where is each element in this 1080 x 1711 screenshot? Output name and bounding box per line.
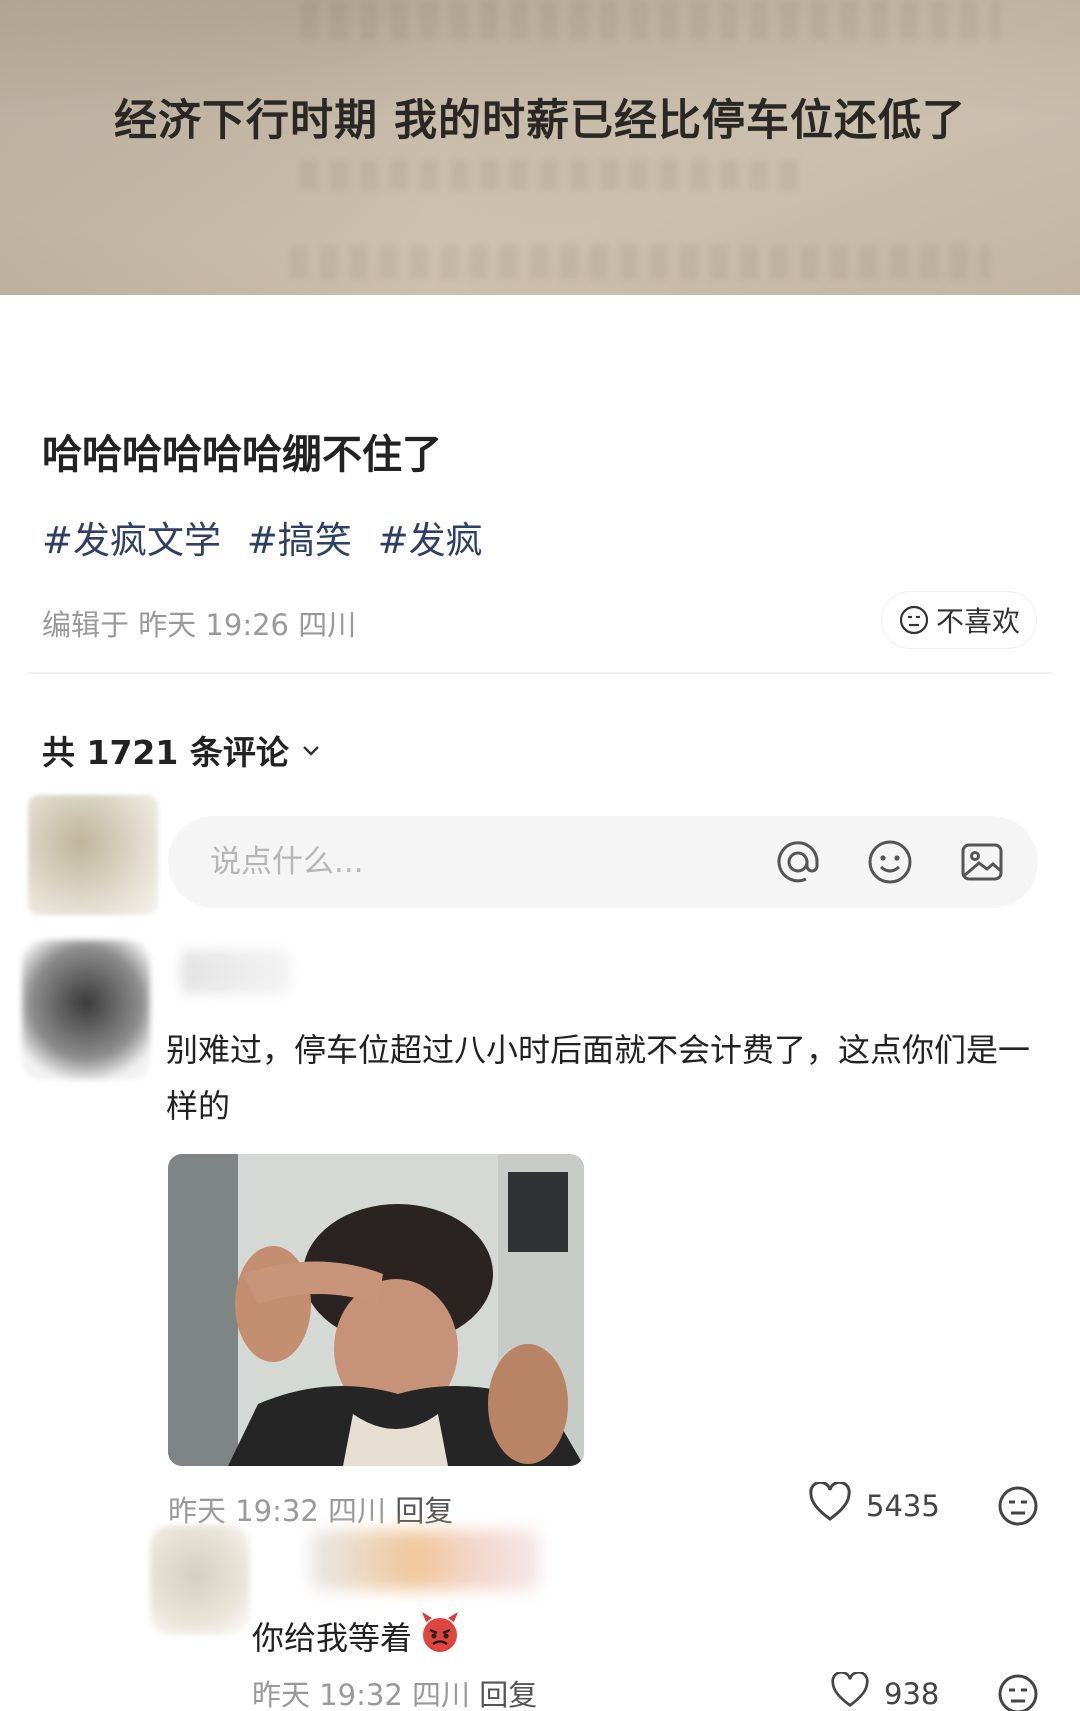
like-button[interactable]: 938 <box>830 1670 940 1711</box>
reply-text: 你给我等着 <box>252 1619 413 1657</box>
reply-button[interactable]: 回复 <box>479 1678 537 1711</box>
comment-time: 昨天 19:32 四川 <box>252 1678 471 1711</box>
dislike-label: 不喜欢 <box>935 605 1020 638</box>
post-title: 哈哈哈哈哈哈绷不住了 <box>42 432 442 478</box>
heart-icon <box>830 1670 870 1711</box>
post-tags: #发疯文学 #搞笑 #发疯 <box>42 510 497 564</box>
comment-input[interactable] <box>210 844 730 880</box>
username-blurred <box>180 950 290 994</box>
avatar[interactable] <box>22 940 150 1080</box>
heart-icon <box>808 1480 852 1529</box>
banner-caption: 经济下行时期 我的时薪已经比停车位还低了 <box>114 96 966 146</box>
post-image-banner[interactable]: 经济下行时期 我的时薪已经比停车位还低了 <box>0 0 1080 295</box>
dislike-face-icon[interactable] <box>996 1484 1040 1528</box>
like-button[interactable]: 5435 <box>808 1480 940 1529</box>
post-meta: 编辑于 昨天 19:26 四川 <box>42 608 357 642</box>
comment-input-bar[interactable] <box>168 816 1038 908</box>
dislike-button[interactable]: 不喜欢 <box>882 592 1036 648</box>
dislike-face-icon[interactable] <box>996 1672 1040 1711</box>
comment-meta: 昨天 19:32 四川 回复 <box>168 1488 453 1530</box>
comment-image[interactable] <box>168 1154 584 1466</box>
dislike-face-icon <box>898 604 930 636</box>
comment-time: 昨天 19:32 四川 <box>168 1494 387 1528</box>
comment-meta: 昨天 19:32 四川 回复 <box>252 1672 537 1711</box>
reply-button[interactable]: 回复 <box>395 1494 453 1528</box>
tag-link[interactable]: #发疯文学 <box>42 519 221 562</box>
divider <box>28 672 1052 674</box>
like-count: 5435 <box>866 1488 940 1523</box>
image-icon[interactable] <box>956 836 1008 888</box>
chevron-down-icon <box>299 731 323 770</box>
tag-link[interactable]: #发疯 <box>378 519 483 562</box>
avatar[interactable] <box>150 1525 250 1635</box>
comment-text: 别难过，停车位超过八小时后面就不会计费了，这点你们是一样的 <box>166 1031 1031 1125</box>
at-icon[interactable] <box>772 836 824 888</box>
tag-link[interactable]: #搞笑 <box>247 519 352 562</box>
username-blurred <box>310 1530 540 1590</box>
avatar[interactable] <box>28 795 158 915</box>
like-count: 938 <box>884 1676 940 1711</box>
emoji-icon[interactable] <box>864 836 916 888</box>
comment-count-label: 共 1721 条评论 <box>42 733 289 772</box>
comment-count-sort[interactable]: 共 1721 条评论 <box>42 726 323 774</box>
reply-comment: 你给我等着 <box>252 1610 462 1662</box>
angry-devil-emoji <box>418 1610 462 1662</box>
